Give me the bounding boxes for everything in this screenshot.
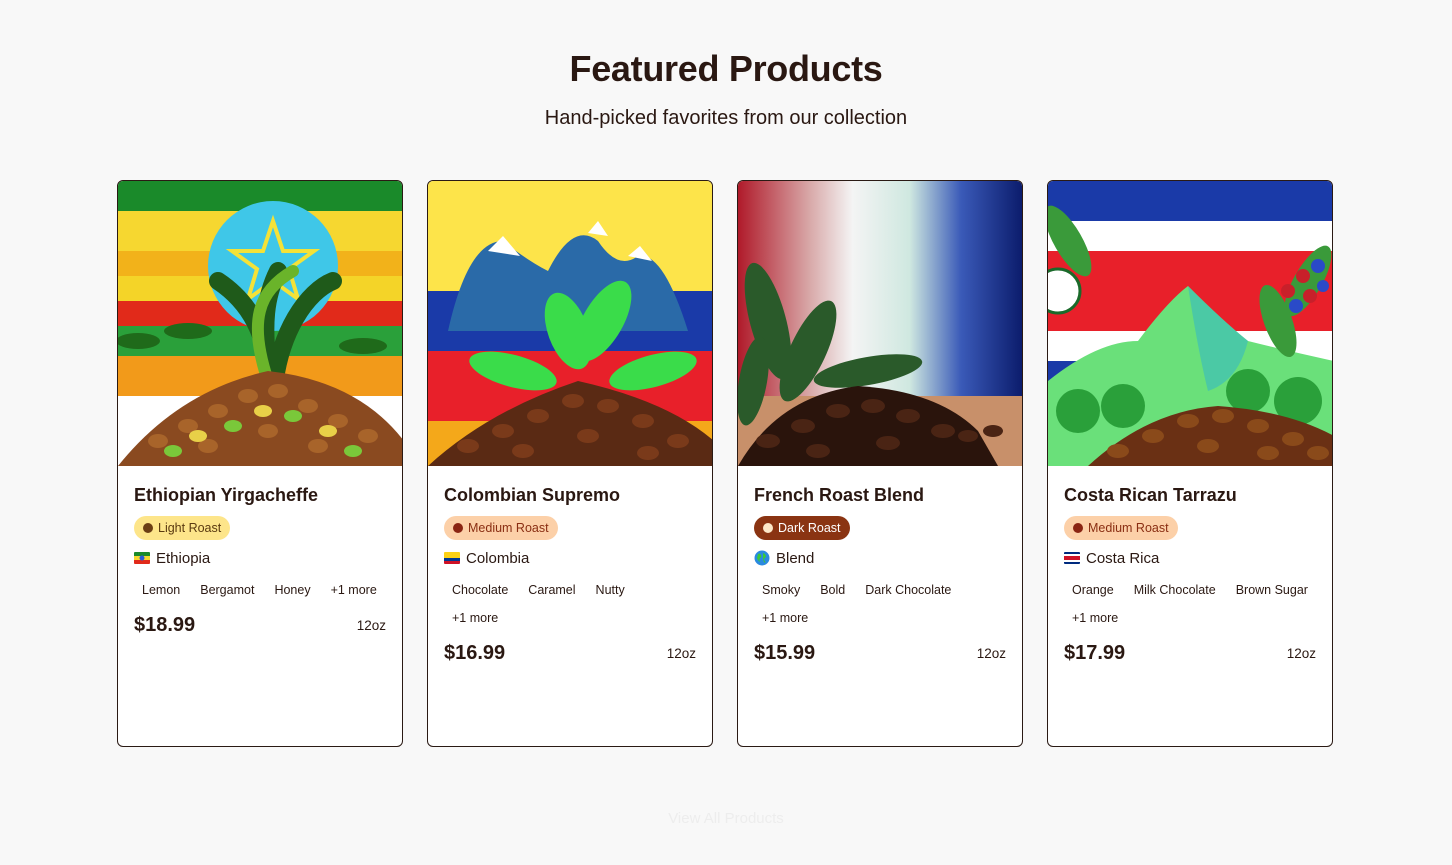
more-notes[interactable]: +1 more bbox=[323, 578, 385, 602]
product-grid: Ethiopian Yirgacheffe Light Roast Ethiop… bbox=[117, 180, 1333, 747]
product-price: $15.99 bbox=[754, 642, 816, 664]
product-size: 12oz bbox=[356, 618, 386, 633]
product-name[interactable]: Ethiopian Yirgacheffe bbox=[134, 484, 386, 506]
product-size: 12oz bbox=[976, 646, 1006, 661]
flavor-note: Brown Sugar bbox=[1235, 583, 1308, 597]
product-size: 12oz bbox=[1286, 646, 1316, 661]
ethiopia-flag-icon bbox=[134, 552, 150, 564]
roast-label: Dark Roast bbox=[778, 521, 841, 535]
product-name[interactable]: French Roast Blend bbox=[754, 484, 1006, 506]
flavor-note: Nutty bbox=[595, 583, 625, 597]
section-title: Featured Products bbox=[569, 48, 883, 89]
product-price: $16.99 bbox=[444, 642, 506, 664]
flavor-note: Caramel bbox=[528, 583, 576, 597]
more-notes[interactable]: +1 more bbox=[1064, 606, 1126, 630]
price-row: $18.99 12oz bbox=[134, 614, 386, 637]
product-size: 12oz bbox=[666, 646, 696, 661]
price-row: $16.99 12oz bbox=[444, 642, 696, 665]
dot-icon bbox=[1073, 523, 1083, 533]
product-origin: Blend bbox=[754, 548, 1006, 568]
product-card[interactable]: Costa Rican Tarrazu Medium Roast Costa R… bbox=[1047, 180, 1333, 747]
flavor-notes: Lemon Bergamot Honey +1 more bbox=[134, 578, 386, 602]
product-price: $18.99 bbox=[134, 614, 196, 636]
roast-badge: Light Roast bbox=[134, 516, 231, 540]
costa-rica-flag-icon bbox=[1064, 552, 1080, 564]
product-name[interactable]: Colombian Supremo bbox=[444, 484, 696, 506]
globe-icon bbox=[754, 550, 770, 566]
product-image bbox=[428, 181, 712, 466]
roast-badge: Dark Roast bbox=[754, 516, 850, 540]
roast-badge: Medium Roast bbox=[1064, 516, 1178, 540]
flavor-note: Chocolate bbox=[452, 583, 509, 597]
product-image bbox=[118, 181, 402, 466]
product-card[interactable]: French Roast Blend Dark Roast Blend Smok… bbox=[737, 180, 1023, 747]
colombia-flag-icon bbox=[444, 552, 460, 564]
flavor-note: Honey bbox=[274, 583, 311, 597]
more-notes[interactable]: +1 more bbox=[444, 606, 514, 630]
roast-badge: Medium Roast bbox=[444, 516, 558, 540]
product-origin: Colombia bbox=[444, 548, 696, 568]
section-subtitle: Hand-picked favorites from our collectio… bbox=[544, 107, 908, 129]
view-all-products-button[interactable]: View All Products bbox=[0, 810, 1452, 827]
origin-label: Costa Rica bbox=[1086, 549, 1160, 567]
flavor-note: Smoky bbox=[762, 583, 801, 597]
price-row: $15.99 12oz bbox=[754, 642, 1006, 665]
flavor-note: Orange bbox=[1072, 583, 1114, 597]
product-card[interactable]: Colombian Supremo Medium Roast Colombia … bbox=[427, 180, 713, 747]
product-image bbox=[738, 181, 1022, 466]
featured-products-section: Featured Products Hand-picked favorites … bbox=[0, 0, 1452, 865]
flavor-note: Bold bbox=[820, 583, 846, 597]
flavor-note: Milk Chocolate bbox=[1133, 583, 1216, 597]
flavor-note: Bergamot bbox=[200, 583, 255, 597]
flavor-note: Lemon bbox=[142, 583, 181, 597]
flavor-notes: Smoky Bold Dark Chocolate +1 more bbox=[754, 578, 1006, 630]
product-image bbox=[1048, 181, 1332, 466]
dot-icon bbox=[763, 523, 773, 533]
dot-icon bbox=[143, 523, 153, 533]
dot-icon bbox=[453, 523, 463, 533]
origin-label: Ethiopia bbox=[156, 549, 211, 567]
price-row: $17.99 12oz bbox=[1064, 642, 1316, 665]
origin-label: Blend bbox=[776, 549, 815, 567]
product-name[interactable]: Costa Rican Tarrazu bbox=[1064, 484, 1316, 506]
origin-label: Colombia bbox=[466, 549, 530, 567]
product-origin: Ethiopia bbox=[134, 548, 386, 568]
roast-label: Light Roast bbox=[158, 521, 222, 535]
flavor-notes: Chocolate Caramel Nutty +1 more bbox=[444, 578, 696, 630]
flavor-notes: Orange Milk Chocolate Brown Sugar +1 mor… bbox=[1064, 578, 1316, 630]
product-origin: Costa Rica bbox=[1064, 548, 1316, 568]
roast-label: Medium Roast bbox=[468, 521, 549, 535]
more-notes[interactable]: +1 more bbox=[754, 606, 816, 630]
product-price: $17.99 bbox=[1064, 642, 1126, 664]
flavor-note: Dark Chocolate bbox=[865, 583, 952, 597]
product-card[interactable]: Ethiopian Yirgacheffe Light Roast Ethiop… bbox=[117, 180, 403, 747]
roast-label: Medium Roast bbox=[1088, 521, 1169, 535]
